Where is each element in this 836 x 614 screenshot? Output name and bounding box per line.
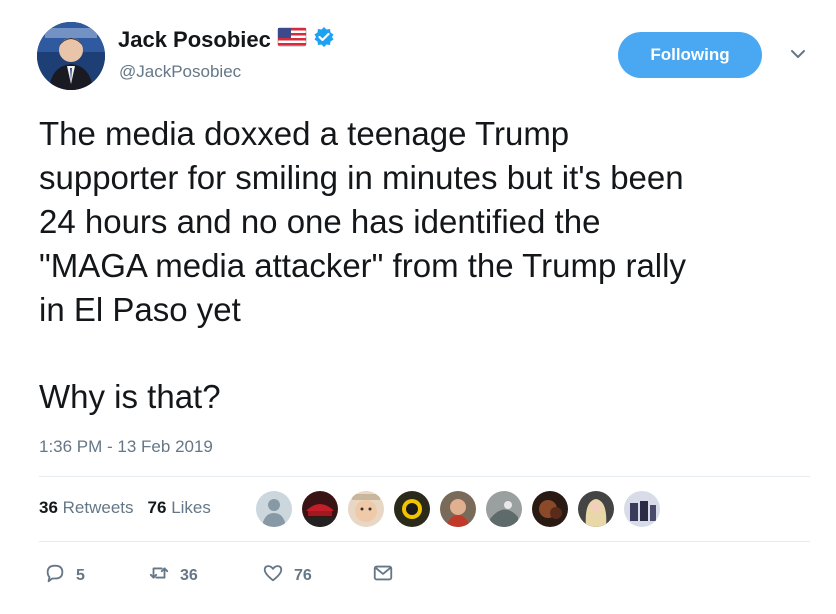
liker-avatar[interactable] bbox=[254, 489, 294, 529]
like-button[interactable]: 76 bbox=[262, 562, 312, 589]
retweet-count: 36 bbox=[180, 566, 198, 584]
retweet-icon bbox=[148, 562, 170, 589]
liker-avatar[interactable] bbox=[300, 489, 340, 529]
author-handle[interactable]: @JackPosobiec bbox=[119, 62, 241, 82]
liker-avatar[interactable] bbox=[346, 489, 386, 529]
us-flag-icon bbox=[277, 26, 307, 53]
like-count: 76 bbox=[294, 566, 312, 584]
liker-avatar[interactable] bbox=[392, 489, 432, 529]
retweets-count: 36 bbox=[39, 498, 58, 517]
tweet-text: The media doxxed a teenage Trump support… bbox=[39, 115, 686, 328]
author-name-row[interactable]: Jack Posobiec bbox=[118, 26, 335, 53]
envelope-icon bbox=[372, 562, 394, 589]
direct-message-button[interactable] bbox=[372, 562, 394, 589]
liker-avatar[interactable] bbox=[622, 489, 662, 529]
retweets-stat[interactable]: 36 Retweets bbox=[39, 498, 134, 518]
tweet-stats: 36 Retweets 76 Likes bbox=[39, 498, 211, 518]
liker-avatar[interactable] bbox=[576, 489, 616, 529]
heart-icon bbox=[262, 562, 284, 589]
author-display-name[interactable]: Jack Posobiec bbox=[118, 27, 271, 53]
liker-avatar[interactable] bbox=[438, 489, 478, 529]
reply-button[interactable]: 5 bbox=[44, 562, 85, 589]
liker-avatar[interactable] bbox=[530, 489, 570, 529]
reply-icon bbox=[44, 562, 66, 589]
chevron-down-icon[interactable] bbox=[788, 44, 808, 64]
likes-label: Likes bbox=[171, 498, 211, 517]
likes-stat[interactable]: 76 Likes bbox=[148, 498, 211, 518]
retweets-label: Retweets bbox=[62, 498, 134, 517]
divider-top bbox=[39, 476, 810, 477]
tweet-timestamp[interactable]: 1:36 PM - 13 Feb 2019 bbox=[39, 437, 213, 457]
likes-count: 76 bbox=[147, 498, 167, 517]
verified-badge-icon bbox=[313, 26, 335, 53]
divider-bottom bbox=[39, 541, 810, 542]
retweet-button[interactable]: 36 bbox=[148, 562, 198, 589]
liker-avatar[interactable] bbox=[484, 489, 524, 529]
reply-count: 5 bbox=[76, 566, 85, 584]
author-avatar[interactable] bbox=[37, 22, 105, 90]
liker-avatars bbox=[254, 489, 668, 529]
following-button[interactable]: Following bbox=[618, 32, 762, 78]
tweet-question: Why is that? bbox=[39, 378, 221, 415]
